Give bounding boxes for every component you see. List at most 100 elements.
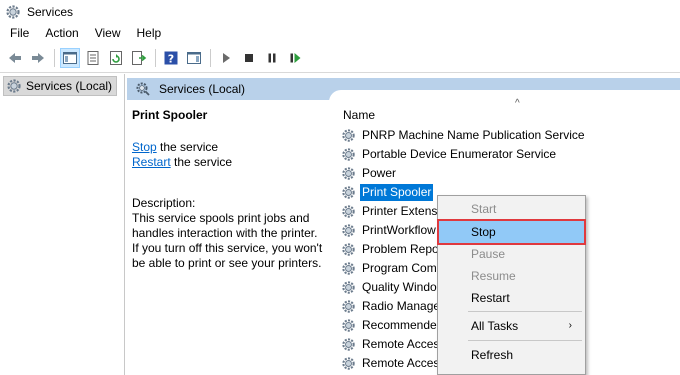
sort-ascending-icon: ^ — [515, 98, 520, 109]
menu-view[interactable]: View — [87, 23, 129, 43]
context-menu-refresh[interactable]: Refresh — [439, 344, 584, 366]
forward-arrow-icon — [32, 53, 44, 63]
context-menu: Start Stop Pause Resume Restart All Task… — [437, 195, 586, 375]
back-button[interactable] — [5, 48, 25, 68]
service-gear-icon — [342, 319, 355, 332]
show-hide-console-tree-button[interactable] — [60, 48, 80, 68]
service-row[interactable]: PNRP Machine Name Publication Service — [341, 126, 680, 145]
toolbar: ? — [0, 44, 680, 73]
restart-service-link[interactable]: Restart — [132, 155, 171, 169]
toolbar-separator — [155, 49, 156, 67]
restart-icon — [290, 53, 301, 63]
service-name: Radio Manage — [362, 299, 441, 313]
toolbar-separator — [210, 49, 211, 67]
service-gear-icon — [342, 357, 355, 370]
service-gear-icon — [342, 148, 355, 161]
column-header-name[interactable]: Name — [343, 108, 375, 122]
service-name: Power — [362, 166, 397, 180]
stop-suffix: the service — [156, 140, 219, 154]
service-row[interactable]: Portable Device Enumerator Service — [341, 145, 680, 164]
service-name: Printer Extensi — [362, 204, 441, 218]
service-row[interactable]: Power — [341, 164, 680, 183]
service-gear-icon — [342, 281, 355, 294]
svg-text:?: ? — [168, 53, 174, 66]
results-pane: Services (Local) Print Spooler Stop the … — [127, 74, 680, 375]
context-menu-all-tasks[interactable]: All Tasks › — [439, 315, 584, 337]
context-menu-separator — [468, 340, 582, 341]
service-name: Program Com — [362, 261, 437, 275]
start-service-button[interactable] — [216, 48, 236, 68]
detail-service-name: Print Spooler — [132, 108, 208, 122]
service-name: Quality Windo — [362, 280, 437, 294]
services-gear-icon — [6, 4, 20, 19]
stop-action-line: Stop the service — [132, 140, 332, 155]
all-tasks-label: All Tasks — [471, 319, 519, 333]
service-name: PNRP Machine Name Publication Service — [362, 128, 585, 142]
service-gear-icon — [342, 338, 355, 351]
console-tree-icon — [63, 52, 77, 64]
description-line: handles interaction with the printer. — [132, 226, 318, 240]
pane-header-label: Services (Local) — [159, 82, 246, 96]
refresh-icon — [110, 51, 122, 65]
stop-icon — [245, 54, 253, 62]
service-gear-icon — [342, 167, 355, 180]
tree-item-label: Services (Local) — [26, 79, 113, 93]
window-title: Services — [27, 4, 74, 19]
service-gear-icon — [342, 243, 355, 256]
properties-sheet-icon — [87, 51, 99, 65]
context-menu-separator — [468, 311, 582, 312]
service-gear-icon — [342, 224, 355, 237]
restart-action-line: Restart the service — [132, 155, 332, 170]
description-line: This service spools print jobs and — [132, 211, 310, 225]
show-action-pane-button[interactable] — [184, 48, 204, 68]
menu-file[interactable]: File — [0, 23, 37, 43]
stop-service-button[interactable] — [239, 48, 259, 68]
description-label: Description: — [132, 196, 196, 210]
description-line: be able to print or see your printers. — [132, 256, 322, 270]
services-gear-icon — [7, 79, 21, 93]
properties-button[interactable] — [83, 48, 103, 68]
export-list-icon — [132, 51, 147, 65]
context-menu-stop[interactable]: Stop — [437, 219, 586, 245]
pause-service-button[interactable] — [262, 48, 282, 68]
context-menu-restart[interactable]: Restart — [439, 287, 584, 309]
chevron-right-icon: › — [568, 320, 572, 331]
play-icon — [223, 53, 230, 63]
menu-help[interactable]: Help — [129, 23, 170, 43]
stop-service-link[interactable]: Stop — [132, 140, 157, 154]
toolbar-separator — [54, 49, 55, 67]
menu-bar: File Action View Help — [0, 23, 680, 43]
pause-icon — [268, 53, 276, 63]
title-bar: Services — [0, 0, 680, 23]
service-name: Problem Repo — [362, 242, 439, 256]
tree-item-services-local[interactable]: Services (Local) — [3, 76, 118, 96]
help-icon: ? — [164, 51, 178, 66]
service-name: PrintWorkflow — [362, 223, 436, 237]
restart-service-button[interactable] — [285, 48, 305, 68]
back-arrow-icon — [9, 53, 21, 63]
context-menu-start[interactable]: Start — [439, 198, 584, 220]
action-pane-icon — [187, 52, 201, 64]
service-gear-icon — [342, 129, 355, 142]
forward-button[interactable] — [28, 48, 48, 68]
context-menu-resume[interactable]: Resume — [439, 265, 584, 287]
help-button[interactable]: ? — [161, 48, 181, 68]
service-name: Remote Acces — [362, 337, 440, 351]
service-gear-icon — [342, 300, 355, 313]
menu-action[interactable]: Action — [37, 23, 86, 43]
export-list-button[interactable] — [129, 48, 149, 68]
service-name: Remote Acces — [362, 356, 440, 370]
restart-suffix: the service — [170, 155, 233, 169]
context-menu-pause[interactable]: Pause — [439, 243, 584, 265]
console-tree-pane: Services (Local) — [0, 74, 125, 375]
refresh-button[interactable] — [106, 48, 126, 68]
service-gear-icon — [342, 186, 355, 199]
service-name: Print Spooler — [360, 184, 434, 201]
service-name: Portable Device Enumerator Service — [362, 147, 557, 161]
service-gear-icon — [342, 262, 355, 275]
service-gear-icon — [342, 205, 355, 218]
description-line: If you turn off this service, you won't — [132, 241, 323, 255]
service-detail-panel: Print Spooler Stop the service Restart t… — [132, 108, 332, 271]
service-name: Recommende — [362, 318, 437, 332]
search-gear-icon — [136, 82, 150, 96]
